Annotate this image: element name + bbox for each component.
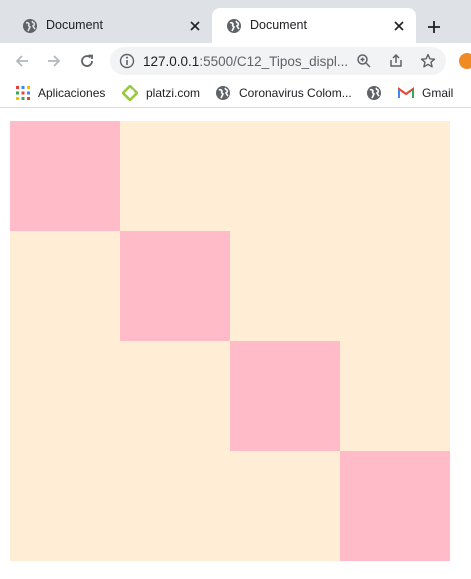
bookmark-platzi[interactable]: platzi.com [122,84,200,102]
bookmark-label: Aplicaciones [38,86,106,100]
pink-box-1 [10,121,120,231]
back-button[interactable] [10,49,34,73]
extension-icon[interactable] [459,53,471,69]
bookmark-globe[interactable] [366,84,390,102]
url-text[interactable]: 127.0.0.1:5500/C12_Tipos_displ... [143,54,348,69]
platzi-icon [122,85,138,101]
star-icon[interactable] [420,53,436,69]
url-host: 127.0.0.1 [143,54,200,69]
arrow-left-icon [15,55,28,67]
globe-icon [367,86,381,100]
empty-cell [10,341,120,451]
bookmarks-bar: Aplicaciones platzi.com Coronavirus Colo… [0,79,471,108]
empty-cell [120,121,230,231]
page-viewport [0,108,471,579]
reload-icon [81,54,93,67]
bookmark-gmail[interactable]: Gmail [398,84,453,102]
close-tab-icon[interactable] [186,17,204,35]
forward-button[interactable] [42,49,66,73]
tab-document-2[interactable]: Document [212,8,416,43]
empty-cell [120,341,230,451]
tab-title: Document [250,18,307,32]
arrow-right-icon [48,55,61,67]
gmail-icon [398,87,414,98]
empty-cell [10,231,120,341]
new-tab-button[interactable] [422,15,446,39]
close-tab-icon[interactable] [390,17,408,35]
tab-title: Document [46,18,103,32]
tab-document-1[interactable]: Document [8,8,212,43]
share-icon[interactable] [388,53,404,69]
bookmark-aplicaciones[interactable]: Aplicaciones [16,84,105,102]
pink-box-2 [120,231,230,341]
globe-icon [23,19,37,33]
pink-box-3 [230,341,340,451]
url-path: :5500/C12_Tipos_displ... [199,54,349,69]
tab-strip: Document Document [0,0,471,43]
bookmark-label: Gmail [422,86,454,100]
bookmark-label: Coronavirus Colom... [239,86,352,100]
empty-cell [230,231,340,341]
empty-cell [230,121,340,231]
empty-cell [10,451,120,561]
globe-icon [227,19,241,33]
grid-container [10,121,450,561]
apps-grid-icon [16,86,30,100]
zoom-icon[interactable] [356,53,372,69]
browser-toolbar: 127.0.0.1:5500/C12_Tipos_displ... [0,43,471,79]
bookmark-coronavirus[interactable]: Coronavirus Colom... [215,84,352,102]
info-icon[interactable] [119,53,135,69]
reload-button[interactable] [75,49,99,73]
address-bar[interactable]: 127.0.0.1:5500/C12_Tipos_displ... [110,47,446,75]
empty-cell [340,341,450,451]
empty-cell [340,121,450,231]
globe-icon [216,86,230,100]
pink-box-4 [340,451,450,561]
empty-cell [120,451,230,561]
bookmark-label: platzi.com [146,86,201,100]
empty-cell [340,231,450,341]
plus-icon [428,21,440,33]
empty-cell [230,451,340,561]
